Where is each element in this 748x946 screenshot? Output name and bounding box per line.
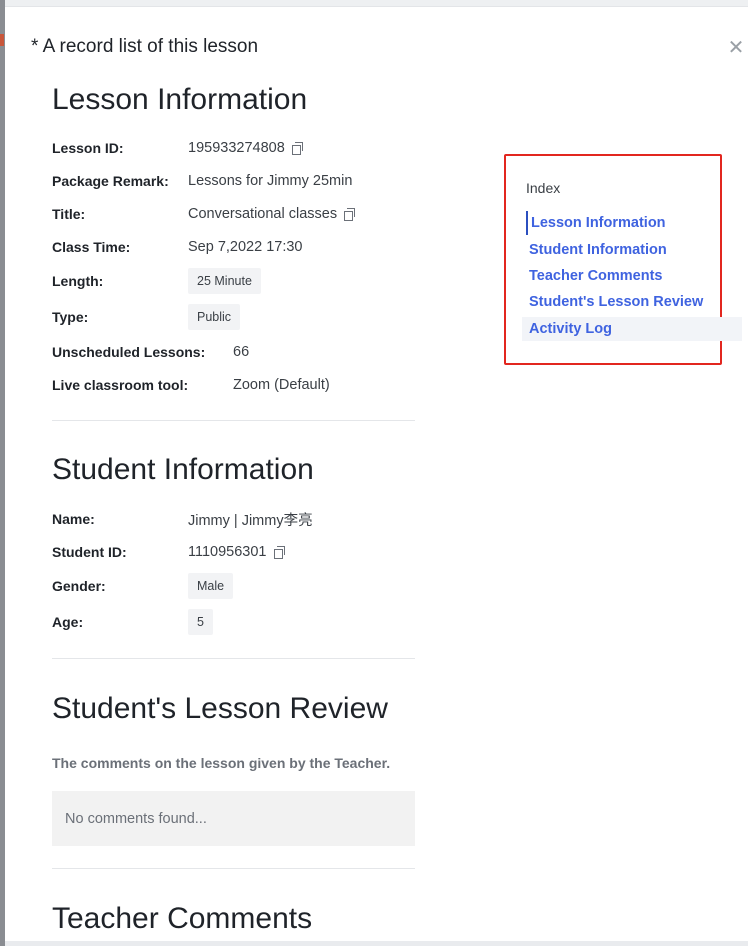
- field-value: Public: [188, 304, 241, 330]
- field-label: Package Remark:: [52, 173, 169, 189]
- field-label: Name:: [52, 511, 95, 527]
- index-item-student-information[interactable]: Student Information: [526, 238, 746, 262]
- field-label: Type:: [52, 309, 89, 325]
- field-type: Type: Public: [52, 304, 241, 330]
- field-label: Live classroom tool:: [52, 377, 189, 393]
- close-icon[interactable]: ✕: [725, 37, 747, 59]
- field-lesson-id: Lesson ID: 195933274808: [52, 135, 303, 161]
- index-title: Index: [526, 180, 561, 196]
- field-gender: Gender: Male: [52, 573, 234, 599]
- lesson-record-drawer: * A record list of this lesson ✕ Lesson …: [5, 6, 748, 942]
- field-value: 5: [188, 609, 213, 635]
- gender-tag: Male: [188, 573, 234, 599]
- type-tag: Public: [188, 304, 241, 330]
- backdrop-mark: [0, 34, 4, 46]
- field-length: Length: 25 Minute: [52, 268, 261, 294]
- title-value: Conversational classes: [188, 206, 338, 222]
- drawer-title: * A record list of this lesson: [31, 36, 259, 57]
- field-label: Lesson ID:: [52, 140, 124, 156]
- section-divider: [52, 420, 415, 421]
- lesson-id-value: 195933274808: [188, 140, 285, 156]
- lesson-review-heading: Student's Lesson Review: [52, 692, 388, 725]
- index-item-lesson-information[interactable]: Lesson Information: [526, 211, 746, 235]
- field-label: Student ID:: [52, 544, 127, 560]
- field-label: Length:: [52, 273, 104, 289]
- field-value: 25 Minute: [188, 268, 261, 294]
- copy-icon[interactable]: [291, 142, 303, 155]
- copy-icon[interactable]: [273, 546, 285, 559]
- student-id-value: 1110956301: [188, 544, 267, 560]
- field-student-id: Student ID: 1110956301: [52, 539, 285, 565]
- field-value: Conversational classes: [188, 206, 356, 222]
- lesson-information-heading: Lesson Information: [52, 83, 308, 116]
- copy-icon[interactable]: [344, 208, 356, 221]
- field-value: 66: [233, 344, 250, 360]
- field-label: Age:: [52, 614, 84, 630]
- teacher-comments-heading: Teacher Comments: [52, 902, 313, 935]
- field-value: 195933274808: [188, 140, 303, 156]
- field-value: Jimmy | Jimmy李亮: [188, 512, 313, 529]
- field-package-remark: Package Remark: Lessons for Jimmy 25min: [52, 168, 352, 194]
- lesson-review-description: The comments on the lesson given by the …: [52, 755, 391, 771]
- field-title: Title: Conversational classes: [52, 201, 356, 227]
- field-label: Class Time:: [52, 239, 131, 255]
- field-value: Sep 7,2022 17:30: [188, 239, 303, 255]
- field-value: Lessons for Jimmy 25min: [188, 173, 353, 189]
- field-value: 1110956301: [188, 544, 285, 560]
- age-tag: 5: [188, 609, 213, 635]
- field-value: Male: [188, 573, 234, 599]
- field-age: Age: 5: [52, 609, 213, 635]
- field-unscheduled-lessons: Unscheduled Lessons: 66: [52, 339, 249, 365]
- index-item-teacher-comments[interactable]: Teacher Comments: [526, 264, 746, 288]
- field-class-time: Class Time: Sep 7,2022 17:30: [52, 234, 303, 260]
- index-item-lesson-review[interactable]: Student's Lesson Review: [526, 290, 746, 314]
- index-item-activity-log[interactable]: Activity Log: [522, 317, 742, 341]
- field-label: Gender:: [52, 578, 106, 594]
- length-tag: 25 Minute: [188, 268, 261, 294]
- field-label: Title:: [52, 206, 86, 222]
- section-divider: [52, 868, 415, 869]
- field-value: Zoom (Default): [233, 377, 330, 393]
- student-information-heading: Student Information: [52, 453, 314, 486]
- field-name: Name: Jimmy | Jimmy李亮: [52, 506, 313, 532]
- section-divider: [52, 658, 415, 659]
- field-label: Unscheduled Lessons:: [52, 344, 206, 360]
- lesson-review-empty-state: No comments found...: [52, 791, 415, 846]
- index-panel: Index Lesson Information Student Informa…: [504, 154, 742, 365]
- field-live-classroom-tool: Live classroom tool: Zoom (Default): [52, 372, 330, 398]
- drawer-bottom-edge: [5, 941, 748, 946]
